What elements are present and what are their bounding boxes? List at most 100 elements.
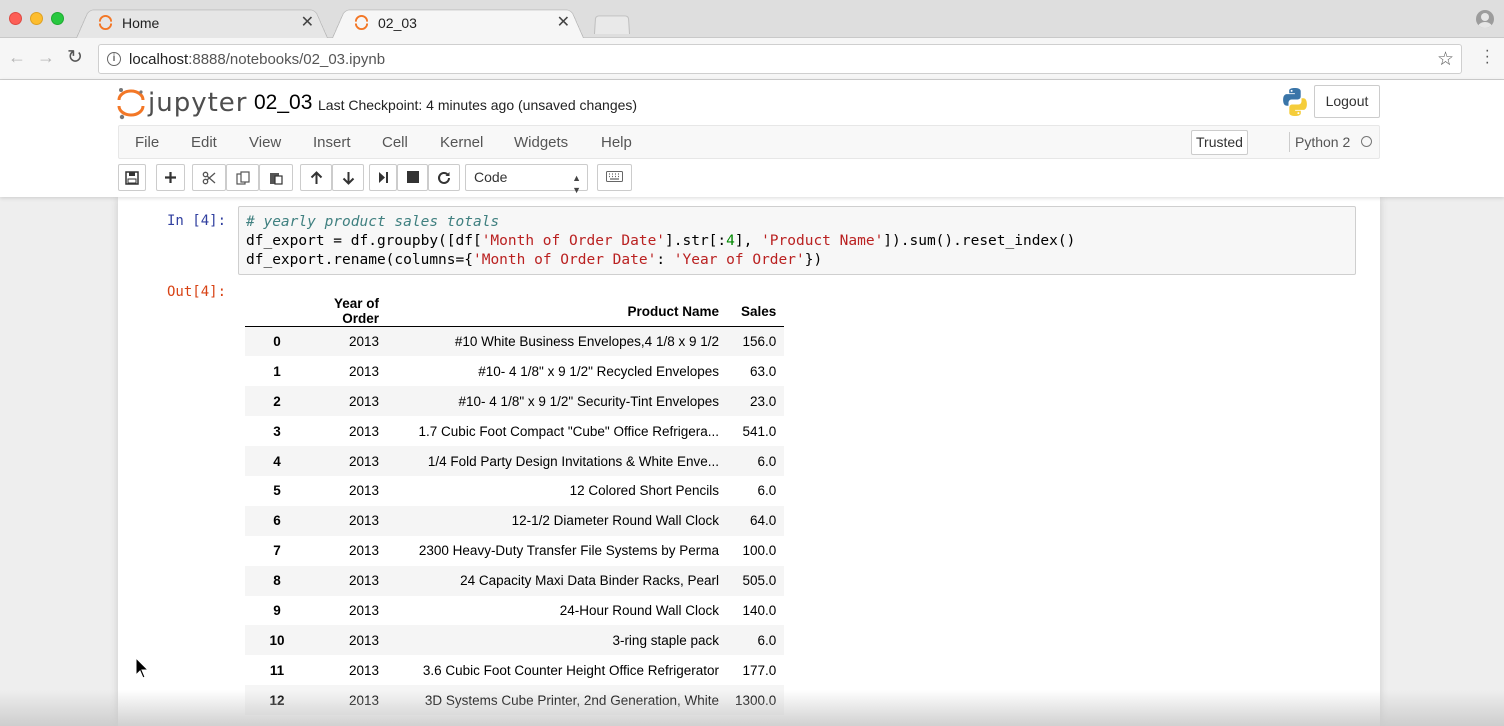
table-row: 8 2013 24 Capacity Maxi Data Binder Racks,… [245, 565, 785, 596]
cell-type-select[interactable]: Code ▲ ▼ [465, 164, 588, 195]
sales-cell: 177.0 [742, 662, 777, 678]
jupyter-logo-text: jupyter [148, 88, 248, 118]
interrupt-kernel-button[interactable] [397, 164, 428, 191]
profile-icon[interactable] [1476, 10, 1494, 28]
jupyter-favicon-icon [354, 15, 369, 30]
table-row: 2 2013 #10- 4 1/8" x 9 1/2" Security-Tint … [245, 386, 785, 417]
close-window-button[interactable] [9, 12, 22, 25]
row-index: 7 [273, 543, 281, 559]
row-index: 6 [273, 513, 281, 529]
restart-kernel-button[interactable] [428, 164, 460, 191]
keyboard-icon [606, 171, 623, 182]
output-prompt: Out[4]: [167, 284, 227, 300]
maximize-window-button[interactable] [51, 12, 64, 25]
trusted-badge[interactable]: Trusted [1191, 130, 1248, 155]
product-name-cell: #10- 4 1/8" x 9 1/2" Recycled Envelopes [478, 363, 719, 379]
table-row: 1 2013 #10- 4 1/8" x 9 1/2" Recycled Envel… [245, 356, 784, 386]
forward-arrow-icon[interactable]: → [37, 47, 55, 68]
menu-edit[interactable]: Edit [191, 134, 217, 151]
year-cell: 2013 [348, 334, 379, 350]
menu-widgets[interactable]: Widgets [514, 134, 568, 151]
move-down-button[interactable] [332, 164, 364, 191]
bottom-fade-overlay [0, 690, 1504, 726]
table-row: 11 2013 3.6 Cubic Foot Counter Height Offi… [245, 655, 784, 685]
back-arrow-icon[interactable]: ← [8, 47, 26, 68]
product-name-cell: 24 Capacity Maxi Data Binder Racks, Pear… [460, 573, 719, 589]
product-name-cell: 24-Hour Round Wall Clock [559, 602, 719, 618]
logout-button[interactable]: Logout [1314, 85, 1380, 118]
browser-tab-home[interactable]: Home ✕ [76, 6, 328, 38]
kernel-divider [1289, 132, 1290, 152]
dataframe-output-table: Year of Order Product Name Sales 0 2013 #1… [245, 296, 785, 716]
column-header-sales: Sales [741, 303, 777, 319]
bookmark-star-icon[interactable]: ☆ [1437, 48, 1454, 71]
menu-help[interactable]: Help [601, 134, 632, 151]
copy-icon [235, 171, 250, 185]
jupyter-logo[interactable]: jupyter [116, 86, 246, 120]
close-icon[interactable]: ✕ [301, 12, 314, 32]
run-cell-button[interactable] [369, 164, 397, 191]
sales-cell: 100.0 [742, 543, 777, 559]
row-index: 4 [273, 453, 281, 469]
row-index: 9 [273, 602, 281, 618]
menu-view[interactable]: View [249, 134, 281, 151]
cell-type-value: Code [474, 169, 508, 185]
product-name-cell: 12 Colored Short Pencils [569, 483, 719, 499]
year-cell: 2013 [348, 662, 379, 678]
product-name-cell: #10 White Business Envelopes,4 1/8 x 9 1… [454, 334, 719, 350]
checkpoint-status: Last Checkpoint: 4 minutes ago (unsaved … [318, 97, 638, 113]
save-icon [125, 171, 139, 185]
row-index: 1 [273, 363, 281, 379]
menu-file[interactable]: File [135, 134, 159, 151]
menu-insert[interactable]: Insert [313, 134, 351, 151]
kernel-idle-icon [1361, 136, 1372, 147]
browser-tabstrip: Home ✕ 02_03 ✕ [0, 0, 1504, 38]
sales-cell: 23.0 [750, 393, 777, 409]
year-cell: 2013 [348, 632, 379, 648]
plus-icon [165, 172, 176, 183]
sales-cell: 6.0 [757, 632, 777, 648]
jupyter-logo-icon [117, 88, 145, 120]
close-icon[interactable]: ✕ [557, 12, 570, 32]
table-row: 0 2013 #10 White Business Envelopes,4 1/8 … [245, 326, 785, 357]
mouse-cursor-icon [135, 657, 149, 679]
browser-menu-icon[interactable]: · · · [1485, 43, 1490, 71]
command-palette-button[interactable] [597, 164, 632, 191]
product-name-cell: 3-ring staple pack [612, 632, 719, 648]
save-button[interactable] [118, 164, 146, 191]
paste-button[interactable] [259, 164, 293, 191]
year-cell: 2013 [348, 483, 379, 499]
product-name-cell: #10- 4 1/8" x 9 1/2" Security-Tint Envel… [458, 393, 719, 409]
arrow-up-icon [310, 171, 322, 184]
table-header-row: Year of Order Product Name Sales [245, 296, 785, 327]
new-tab-button[interactable] [594, 14, 630, 34]
sales-cell: 6.0 [757, 453, 777, 469]
table-row: 7 2013 2300 Heavy-Duty Transfer File Syste… [245, 536, 784, 566]
input-prompt: In [4]: [167, 213, 227, 229]
row-index: 8 [273, 573, 281, 589]
year-cell: 2013 [348, 393, 379, 409]
copy-button[interactable] [226, 164, 259, 191]
kernel-name[interactable]: Python 2 [1295, 134, 1350, 150]
cut-button[interactable] [192, 164, 226, 191]
table-row: 3 2013 1.7 Cubic Foot Compact "Cube" Offic… [245, 416, 784, 446]
sales-cell: 505.0 [742, 573, 777, 589]
sales-cell: 6.0 [757, 483, 777, 499]
product-name-cell: 1/4 Fold Party Design Invitations & Whit… [427, 453, 719, 469]
arrow-down-icon [342, 172, 354, 185]
insert-cell-button[interactable] [156, 164, 185, 191]
browser-toolbar: ← → ↻ i localhost:8888/notebooks/02_03.i… [0, 38, 1504, 80]
url-text: localhost:8888/notebooks/02_03.ipynb [129, 51, 386, 68]
reload-icon[interactable]: ↻ [67, 46, 83, 69]
table-row: 5 2013 12 Colored Short Pencils 6.0 [245, 476, 784, 506]
minimize-window-button[interactable] [30, 12, 43, 25]
address-bar[interactable]: i localhost:8888/notebooks/02_03.ipynb ☆ [98, 44, 1462, 74]
menu-kernel[interactable]: Kernel [440, 134, 483, 151]
menu-cell[interactable]: Cell [382, 134, 408, 151]
browser-tab-notebook[interactable]: 02_03 ✕ [332, 6, 584, 38]
move-up-button[interactable] [300, 164, 332, 191]
info-icon[interactable]: i [107, 52, 121, 66]
notebook-name[interactable]: 02_03 [254, 91, 312, 115]
jupyter-page: jupyter 02_03 Last Checkpoint: 4 minutes… [0, 80, 1504, 726]
code-cell-input[interactable]: # yearly product sales totals df_export … [238, 206, 1356, 275]
